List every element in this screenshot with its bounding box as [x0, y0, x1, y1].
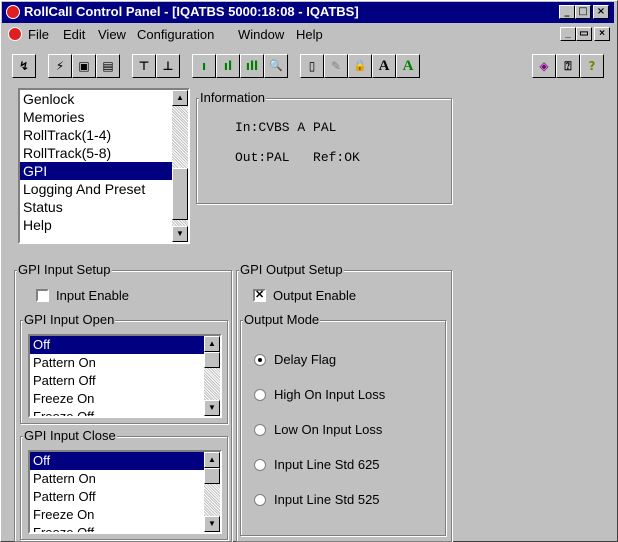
gpi-input-open-label: GPI Input Open: [23, 312, 116, 327]
mdi-close-button[interactable]: ×: [594, 27, 610, 41]
gpi-open-option-item[interactable]: Off: [30, 336, 220, 354]
network-icon[interactable]: ⊤: [132, 54, 156, 78]
edit-icon[interactable]: ✎: [324, 54, 348, 78]
minimize-button[interactable]: _: [559, 5, 575, 19]
information-label: Information: [199, 90, 267, 105]
scroll-down-button[interactable]: ▼: [172, 226, 188, 242]
maximize-button[interactable]: □: [575, 5, 591, 19]
gpi-input-close-items: Off Pattern On Pattern Off Freeze On Freeze …: [30, 452, 220, 532]
info-input-status: In:CVBS A PAL: [235, 120, 337, 135]
input-enable-label[interactable]: Input Enable: [56, 288, 129, 303]
nav-list-item[interactable]: RollTrack(5-8): [20, 144, 188, 162]
output-enable-checkbox[interactable]: ✕: [253, 289, 266, 302]
lightning-icon[interactable]: ⚡: [48, 54, 72, 78]
gpi-input-open-listbox[interactable]: Off Pattern On Pattern Off Freeze On Freeze …: [28, 334, 222, 418]
gpi-input-close-label: GPI Input Close: [23, 428, 117, 443]
menu-window[interactable]: Window: [238, 27, 284, 42]
output-mode-option-label[interactable]: Low On Input Loss: [274, 422, 382, 437]
gpi-input-open-items: Off Pattern On Pattern Off Freeze On Freeze …: [30, 336, 220, 416]
lock-icon[interactable]: 🔒: [348, 54, 372, 78]
window-title: RollCall Control Panel - [IQATBS 5000:18…: [24, 4, 359, 19]
gpi-open-option-item[interactable]: Pattern On: [30, 354, 220, 372]
menu-view[interactable]: View: [98, 27, 126, 42]
menu-bar: File Edit View Configuration Window Help…: [2, 24, 614, 44]
gpi-open-option-item[interactable]: Pattern Off: [30, 372, 220, 390]
rollcall-app-icon[interactable]: [6, 5, 20, 19]
menu-help[interactable]: Help: [296, 27, 323, 42]
gpi-input-close-listbox[interactable]: Off Pattern On Pattern Off Freeze On Freeze …: [28, 450, 222, 534]
gpi-close-option-item[interactable]: Freeze On: [30, 506, 220, 524]
gpi-input-setup-label: GPI Input Setup: [17, 262, 112, 277]
gpi-open-option-item[interactable]: Freeze Off: [30, 408, 220, 416]
nav-scrollbar[interactable]: ▲ ▼: [172, 90, 188, 242]
help-icon[interactable]: ?: [580, 54, 604, 78]
input-enable-checkbox[interactable]: [36, 289, 49, 302]
mdi-minimize-button[interactable]: _: [560, 27, 576, 41]
open-scroll-thumb[interactable]: [204, 352, 220, 368]
document-icon[interactable]: [8, 27, 22, 41]
output-mode-radio[interactable]: [254, 494, 266, 506]
open-scroll-down-button[interactable]: ▼: [204, 400, 220, 416]
output-mode-radio[interactable]: [254, 354, 266, 366]
nav-list-item[interactable]: RollTrack(1-4): [20, 126, 188, 144]
nav-list-item[interactable]: Genlock: [20, 90, 188, 108]
output-mode-option-label[interactable]: Delay Flag: [274, 352, 336, 367]
save-icon[interactable]: ▣: [72, 54, 96, 78]
open-scroll-up-button[interactable]: ▲: [204, 336, 220, 352]
nav-list-item[interactable]: Logging And Preset: [20, 180, 188, 198]
gpi-close-option-item[interactable]: Pattern On: [30, 470, 220, 488]
save-all-icon[interactable]: ▤: [96, 54, 120, 78]
menu-configuration[interactable]: Configuration: [137, 27, 214, 42]
gpi-close-option-item[interactable]: Freeze Off: [30, 524, 220, 532]
info-icon[interactable]: ⍰: [556, 54, 580, 78]
close-scroll-up-button[interactable]: ▲: [204, 452, 220, 468]
nav-listbox[interactable]: Genlock Memories RollTrack(1-4) RollTrack(5…: [18, 88, 190, 244]
scroll-up-button[interactable]: ▲: [172, 90, 188, 106]
gpi-close-option-item[interactable]: Off: [30, 452, 220, 470]
nav-list-item[interactable]: GPI: [20, 162, 188, 180]
output-mode-radio[interactable]: [254, 424, 266, 436]
search-icon[interactable]: 🔍: [264, 54, 288, 78]
scroll-thumb[interactable]: [172, 168, 188, 220]
nav-list-item[interactable]: Memories: [20, 108, 188, 126]
book-icon[interactable]: ▯: [300, 54, 324, 78]
gpi-open-option-item[interactable]: Freeze On: [30, 390, 220, 408]
device-icon[interactable]: ⊥: [156, 54, 180, 78]
toolbar: ↯ ⚡ ▣ ▤ ⊤ ⊥ ı ıl ıll 🔍 ▯ ✎ 🔒 A A ◈ ⍰ ?: [2, 48, 614, 82]
output-mode-option-label[interactable]: Input Line Std 525: [274, 492, 380, 507]
font-a-green-icon[interactable]: A: [396, 54, 420, 78]
nav-list-item[interactable]: Status: [20, 198, 188, 216]
close-scroll-down-button[interactable]: ▼: [204, 516, 220, 532]
output-mode-label: Output Mode: [243, 312, 321, 327]
output-mode-option-label[interactable]: Input Line Std 625: [274, 457, 380, 472]
info-output-status: Out:PAL Ref:OK: [235, 150, 360, 165]
open-scrollbar[interactable]: ▲ ▼: [204, 336, 220, 416]
gpi-close-option-item[interactable]: Pattern Off: [30, 488, 220, 506]
nav-list-items: Genlock Memories RollTrack(1-4) RollTrack(5…: [20, 90, 188, 234]
connect-icon[interactable]: ↯: [12, 54, 36, 78]
close-button[interactable]: ×: [593, 5, 609, 19]
font-a-icon[interactable]: A: [372, 54, 396, 78]
help-book-icon[interactable]: ◈: [532, 54, 556, 78]
level-mid-icon[interactable]: ıl: [216, 54, 240, 78]
close-scrollbar[interactable]: ▲ ▼: [204, 452, 220, 532]
nav-list-item[interactable]: Help: [20, 216, 188, 234]
mdi-restore-button[interactable]: ▭: [576, 27, 592, 41]
output-enable-label[interactable]: Output Enable: [273, 288, 356, 303]
level-low-icon[interactable]: ı: [192, 54, 216, 78]
output-mode-option-label[interactable]: High On Input Loss: [274, 387, 385, 402]
close-scroll-thumb[interactable]: [204, 468, 220, 484]
output-mode-radio[interactable]: [254, 389, 266, 401]
menu-file[interactable]: File: [28, 27, 49, 42]
menu-edit[interactable]: Edit: [63, 27, 85, 42]
title-bar[interactable]: RollCall Control Panel - [IQATBS 5000:18…: [2, 2, 614, 23]
gpi-output-setup-label: GPI Output Setup: [239, 262, 344, 277]
level-high-icon[interactable]: ıll: [240, 54, 264, 78]
output-mode-radio[interactable]: [254, 459, 266, 471]
